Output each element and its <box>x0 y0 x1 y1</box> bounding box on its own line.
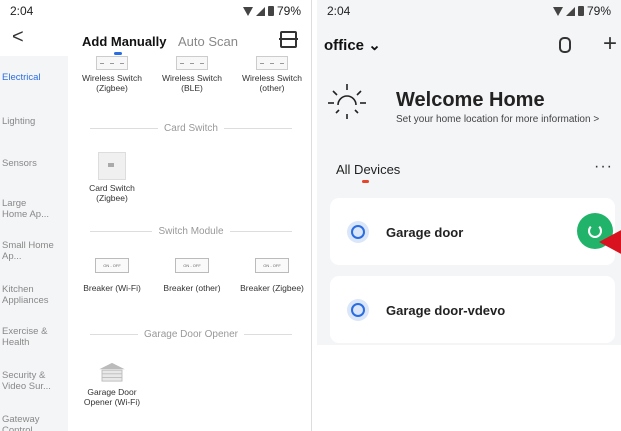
device-breaker-wifi[interactable]: ON - OFF Breaker (Wi-Fi) <box>76 258 148 293</box>
chevron-down-icon: ⌄ <box>368 37 381 54</box>
back-icon[interactable]: < <box>12 26 24 49</box>
home-selector[interactable]: office ⌄ <box>324 37 381 54</box>
device-garage-door-opener-wifi[interactable]: Garage Door Opener (Wi-Fi) <box>76 362 148 407</box>
sidebar-item-lighting[interactable]: Lighting <box>2 116 64 127</box>
add-device-screen: 2:04 79% < Add Manually Auto Scan Electr… <box>0 0 312 431</box>
tab-auto-scan[interactable]: Auto Scan <box>178 34 238 49</box>
power-device-icon <box>347 221 369 243</box>
device-wireless-switch-other[interactable]: Wireless Switch (other) <box>236 56 308 93</box>
breaker-icon: ON - OFF <box>255 258 289 273</box>
red-arrow-tail <box>615 236 621 248</box>
section-card-switch: Card Switch <box>84 123 298 134</box>
category-sidebar: Electrical Lighting Sensors Large Home A… <box>0 56 68 431</box>
location-link[interactable]: Set your home location for more informat… <box>396 114 599 125</box>
breaker-icon: ON - OFF <box>175 258 209 273</box>
sun-icon <box>328 84 366 119</box>
device-name: Garage door <box>386 225 464 240</box>
sidebar-item-security-video[interactable]: Security & Video Sur... <box>2 370 60 392</box>
section-garage-door-opener: Garage Door Opener <box>84 329 298 340</box>
status-bar: 2:04 79% <box>0 0 311 22</box>
tab-all-devices[interactable]: All Devices <box>336 162 400 177</box>
empty-area <box>317 345 621 431</box>
sidebar-item-large-home-appliances[interactable]: Large Home Ap... <box>2 198 54 220</box>
device-breaker-zigbee[interactable]: ON - OFF Breaker (Zigbee) <box>236 258 308 293</box>
wifi-icon <box>242 6 253 16</box>
battery-icon <box>577 6 584 16</box>
scan-icon[interactable] <box>279 31 298 48</box>
device-card-switch-zigbee[interactable]: Card Switch (Zigbee) <box>76 152 148 203</box>
device-card-garage-door[interactable]: Garage door <box>330 198 615 265</box>
power-device-icon <box>347 299 369 321</box>
tab-indicator <box>362 180 369 183</box>
garage-door-icon <box>99 362 125 382</box>
battery-level: 79% <box>586 4 611 18</box>
status-time: 2:04 <box>10 4 34 18</box>
switch-icon <box>96 56 128 70</box>
device-card-garage-door-vdevo[interactable]: Garage door-vdevo <box>330 276 615 343</box>
card-switch-icon <box>98 152 126 180</box>
battery-level: 79% <box>276 4 301 18</box>
signal-icon <box>255 6 265 16</box>
status-icons: 79% <box>552 4 611 18</box>
top-bar: < Add Manually Auto Scan <box>0 22 311 56</box>
status-time: 2:04 <box>327 4 351 18</box>
sidebar-item-electrical[interactable]: Electrical <box>2 72 64 83</box>
sidebar-item-sensors[interactable]: Sensors <box>2 158 64 169</box>
signal-icon <box>565 6 575 16</box>
device-wireless-switch-ble[interactable]: Wireless Switch (BLE) <box>156 56 228 93</box>
tab-add-manually[interactable]: Add Manually <box>82 34 167 49</box>
tab-indicator <box>114 52 122 55</box>
device-list: Wireless Switch (Zigbee) Wireless Switch… <box>70 56 310 431</box>
sidebar-item-exercise-health[interactable]: Exercise & Health <box>2 326 58 348</box>
battery-icon <box>267 6 274 16</box>
sidebar-item-kitchen-appliances[interactable]: Kitchen Appliances <box>2 284 62 306</box>
home-screen: 2:04 79% office ⌄ + Welcome Home Set you… <box>317 0 621 431</box>
sidebar-item-small-home-appliances[interactable]: Small Home Ap... <box>2 240 54 262</box>
more-icon[interactable]: ··· <box>594 158 613 176</box>
switch-icon <box>176 56 208 70</box>
switch-icon <box>256 56 288 70</box>
breaker-icon: ON - OFF <box>95 258 129 273</box>
sidebar-item-gateway-control[interactable]: Gateway Control <box>2 414 54 431</box>
welcome-title: Welcome Home <box>396 89 545 111</box>
status-icons: 79% <box>242 4 301 18</box>
status-bar: 2:04 79% <box>317 0 621 22</box>
device-wireless-switch-zigbee[interactable]: Wireless Switch (Zigbee) <box>76 56 148 93</box>
microphone-icon[interactable] <box>559 37 571 53</box>
device-name: Garage door-vdevo <box>386 303 506 318</box>
add-icon[interactable]: + <box>603 30 617 58</box>
home-header: office ⌄ + <box>324 30 621 60</box>
device-breaker-other[interactable]: ON - OFF Breaker (other) <box>156 258 228 293</box>
wifi-icon <box>552 6 563 16</box>
section-switch-module: Switch Module <box>84 226 298 237</box>
